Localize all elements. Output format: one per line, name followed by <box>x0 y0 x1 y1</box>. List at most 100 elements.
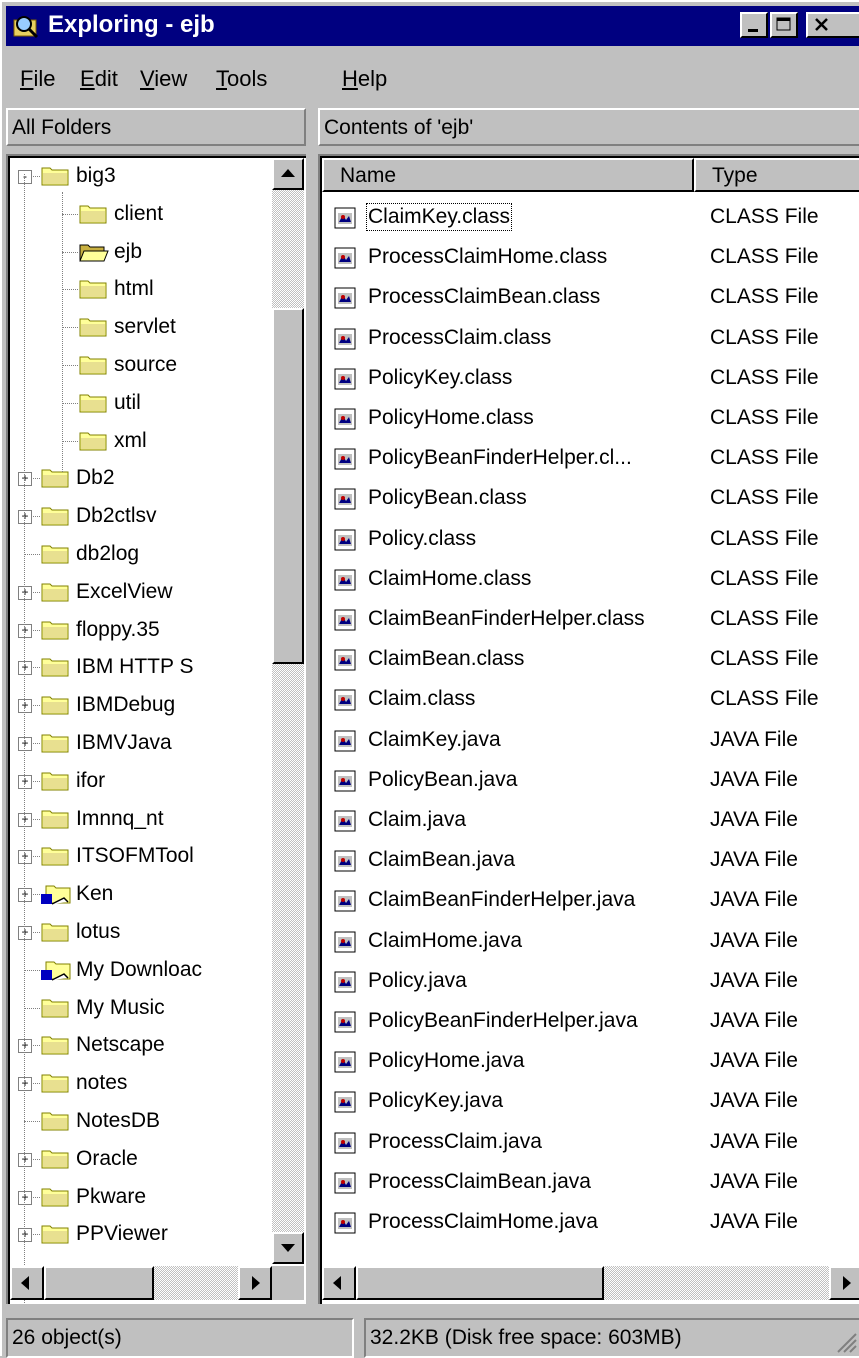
tree-item-imnnq-nt[interactable]: + Imnnq_nt <box>8 801 278 838</box>
menu-edit[interactable]: Edit <box>80 66 118 92</box>
tree-item-db2ctlsv[interactable]: + Db2ctlsv <box>8 498 278 535</box>
scroll-left-button[interactable] <box>10 1266 44 1300</box>
expand-icon[interactable]: + <box>18 1228 32 1243</box>
tree-item-client[interactable]: client <box>8 196 278 233</box>
list-horizontal-scrollbar[interactable] <box>322 1266 859 1300</box>
tree-item-ibm-http-s[interactable]: + IBM HTTP S <box>8 649 278 686</box>
expand-icon[interactable]: + <box>18 774 32 789</box>
tree-item-servlet[interactable]: servlet <box>8 309 278 346</box>
tree-item-source[interactable]: source <box>8 347 278 384</box>
tree-item-ppviewer[interactable]: + PPViewer <box>8 1216 278 1253</box>
tree-item-db2log[interactable]: db2log <box>8 536 278 573</box>
list-item[interactable]: PolicyHome.class CLASS File <box>320 399 859 439</box>
column-header-name[interactable]: Name <box>322 158 694 192</box>
expand-icon[interactable]: + <box>18 699 32 714</box>
list-item[interactable]: PolicyBean.java JAVA File <box>320 761 859 801</box>
list-item[interactable]: PolicyKey.java JAVA File <box>320 1082 859 1122</box>
list-item[interactable]: ProcessClaimHome.java JAVA File <box>320 1203 859 1243</box>
list-item[interactable]: ClaimBean.class CLASS File <box>320 640 859 680</box>
expand-icon[interactable]: + <box>18 510 32 525</box>
scroll-thumb[interactable] <box>44 1266 154 1300</box>
tree-item-oracle[interactable]: + Oracle <box>8 1141 278 1178</box>
menu-view[interactable]: View <box>140 66 187 92</box>
list-item[interactable]: ClaimBean.java JAVA File <box>320 841 859 881</box>
minimize-button[interactable] <box>740 12 768 38</box>
tree-item-db2[interactable]: + Db2 <box>8 460 278 497</box>
list-item[interactable]: PolicyBeanFinderHelper.cl... CLASS File <box>320 439 859 479</box>
list-item[interactable]: ClaimBeanFinderHelper.java JAVA File <box>320 881 859 921</box>
tree-item-ibmvjava[interactable]: + IBMVJava <box>8 725 278 762</box>
scroll-down-button[interactable] <box>272 1232 304 1264</box>
list-item[interactable]: ProcessClaim.java JAVA File <box>320 1123 859 1163</box>
list-item[interactable]: PolicyBean.class CLASS File <box>320 479 859 519</box>
tree-item-pkware[interactable]: + Pkware <box>8 1179 278 1216</box>
expand-icon[interactable]: + <box>18 737 32 751</box>
expand-icon[interactable]: + <box>18 661 32 676</box>
list-item[interactable]: ClaimHome.class CLASS File <box>320 560 859 600</box>
expand-icon[interactable]: + <box>18 1077 32 1092</box>
expand-icon[interactable]: + <box>18 1152 32 1167</box>
tree-item-ken[interactable]: + Ken <box>8 876 278 913</box>
list-item[interactable]: PolicyBeanFinderHelper.java JAVA File <box>320 1002 859 1042</box>
scroll-thumb[interactable] <box>356 1266 604 1300</box>
menu-help[interactable]: Help <box>342 66 387 92</box>
tree-vertical-scrollbar[interactable] <box>272 158 304 1264</box>
tree-item-my-music[interactable]: My Music <box>8 990 278 1027</box>
tree-item-notesdb[interactable]: NotesDB <box>8 1103 278 1140</box>
tree-item-big3[interactable]: - big3 <box>8 158 278 195</box>
list-item[interactable]: Policy.class CLASS File <box>320 520 859 560</box>
tree-item-ejb[interactable]: ejb <box>8 234 278 271</box>
folder-tree[interactable]: - big3 client ejb html servlet source util xml + D… <box>6 154 306 1304</box>
list-item[interactable]: ClaimKey.class CLASS File <box>320 198 859 238</box>
expand-icon[interactable]: + <box>18 585 32 600</box>
tree-item-ibmdebug[interactable]: + IBMDebug <box>8 687 278 724</box>
scroll-right-button[interactable] <box>829 1266 859 1300</box>
expand-icon[interactable]: + <box>18 1039 32 1054</box>
tree-item-itsofmtool[interactable]: + ITSOFMTool <box>8 838 278 875</box>
list-item[interactable]: ProcessClaimBean.java JAVA File <box>320 1163 859 1203</box>
tree-item-notes[interactable]: + notes <box>8 1065 278 1102</box>
file-type: JAVA File <box>710 1169 798 1193</box>
tree-item-netscape[interactable]: + Netscape <box>8 1027 278 1064</box>
tree-item-html[interactable]: html <box>8 271 278 308</box>
list-item[interactable]: ClaimKey.java JAVA File <box>320 721 859 761</box>
list-item[interactable]: Claim.class CLASS File <box>320 680 859 720</box>
list-item[interactable]: Policy.java JAVA File <box>320 962 859 1002</box>
list-item[interactable]: ProcessClaimHome.class CLASS File <box>320 238 859 278</box>
tree-item-xml[interactable]: xml <box>8 423 278 460</box>
list-item[interactable]: ProcessClaimBean.class CLASS File <box>320 278 859 318</box>
tree-horizontal-scrollbar[interactable] <box>10 1266 272 1300</box>
list-item[interactable]: PolicyKey.class CLASS File <box>320 359 859 399</box>
tree-item-my-downloac[interactable]: My Downloac <box>8 952 278 989</box>
list-item[interactable]: ClaimBeanFinderHelper.class CLASS File <box>320 600 859 640</box>
expand-icon[interactable]: + <box>18 888 32 903</box>
list-item[interactable]: Claim.java JAVA File <box>320 801 859 841</box>
file-list[interactable]: Name Type ClaimKey.class CLASS File ProcessC… <box>318 154 859 1304</box>
list-item[interactable]: ClaimHome.java JAVA File <box>320 922 859 962</box>
title-bar[interactable]: Exploring - ejb <box>6 6 859 46</box>
menu-tools[interactable]: Tools <box>216 66 267 92</box>
maximize-button[interactable] <box>770 12 798 38</box>
expand-icon[interactable]: + <box>18 926 32 940</box>
menu-file[interactable]: File <box>20 66 55 92</box>
tree-item-ifor[interactable]: + ifor <box>8 763 278 800</box>
scroll-right-button[interactable] <box>238 1266 272 1300</box>
scroll-left-button[interactable] <box>322 1266 356 1300</box>
tree-item-util[interactable]: util <box>8 385 278 422</box>
scroll-up-button[interactable] <box>272 158 304 190</box>
resize-grip-icon[interactable] <box>832 1328 858 1354</box>
expand-icon[interactable]: + <box>18 1190 32 1205</box>
list-item[interactable]: PolicyHome.java JAVA File <box>320 1042 859 1082</box>
collapse-icon[interactable]: - <box>18 170 32 184</box>
close-button[interactable] <box>806 12 859 38</box>
list-item[interactable]: ProcessClaim.class CLASS File <box>320 319 859 359</box>
tree-item-lotus[interactable]: + lotus <box>8 914 278 951</box>
expand-icon[interactable]: + <box>18 472 32 487</box>
expand-icon[interactable]: + <box>18 623 32 638</box>
expand-icon[interactable]: + <box>18 812 32 827</box>
expand-icon[interactable]: + <box>18 850 32 865</box>
tree-item-excelview[interactable]: + ExcelView <box>8 574 278 611</box>
scroll-thumb[interactable] <box>272 308 304 664</box>
column-header-type[interactable]: Type <box>694 158 859 192</box>
tree-item-floppy-35[interactable]: + floppy.35 <box>8 612 278 649</box>
